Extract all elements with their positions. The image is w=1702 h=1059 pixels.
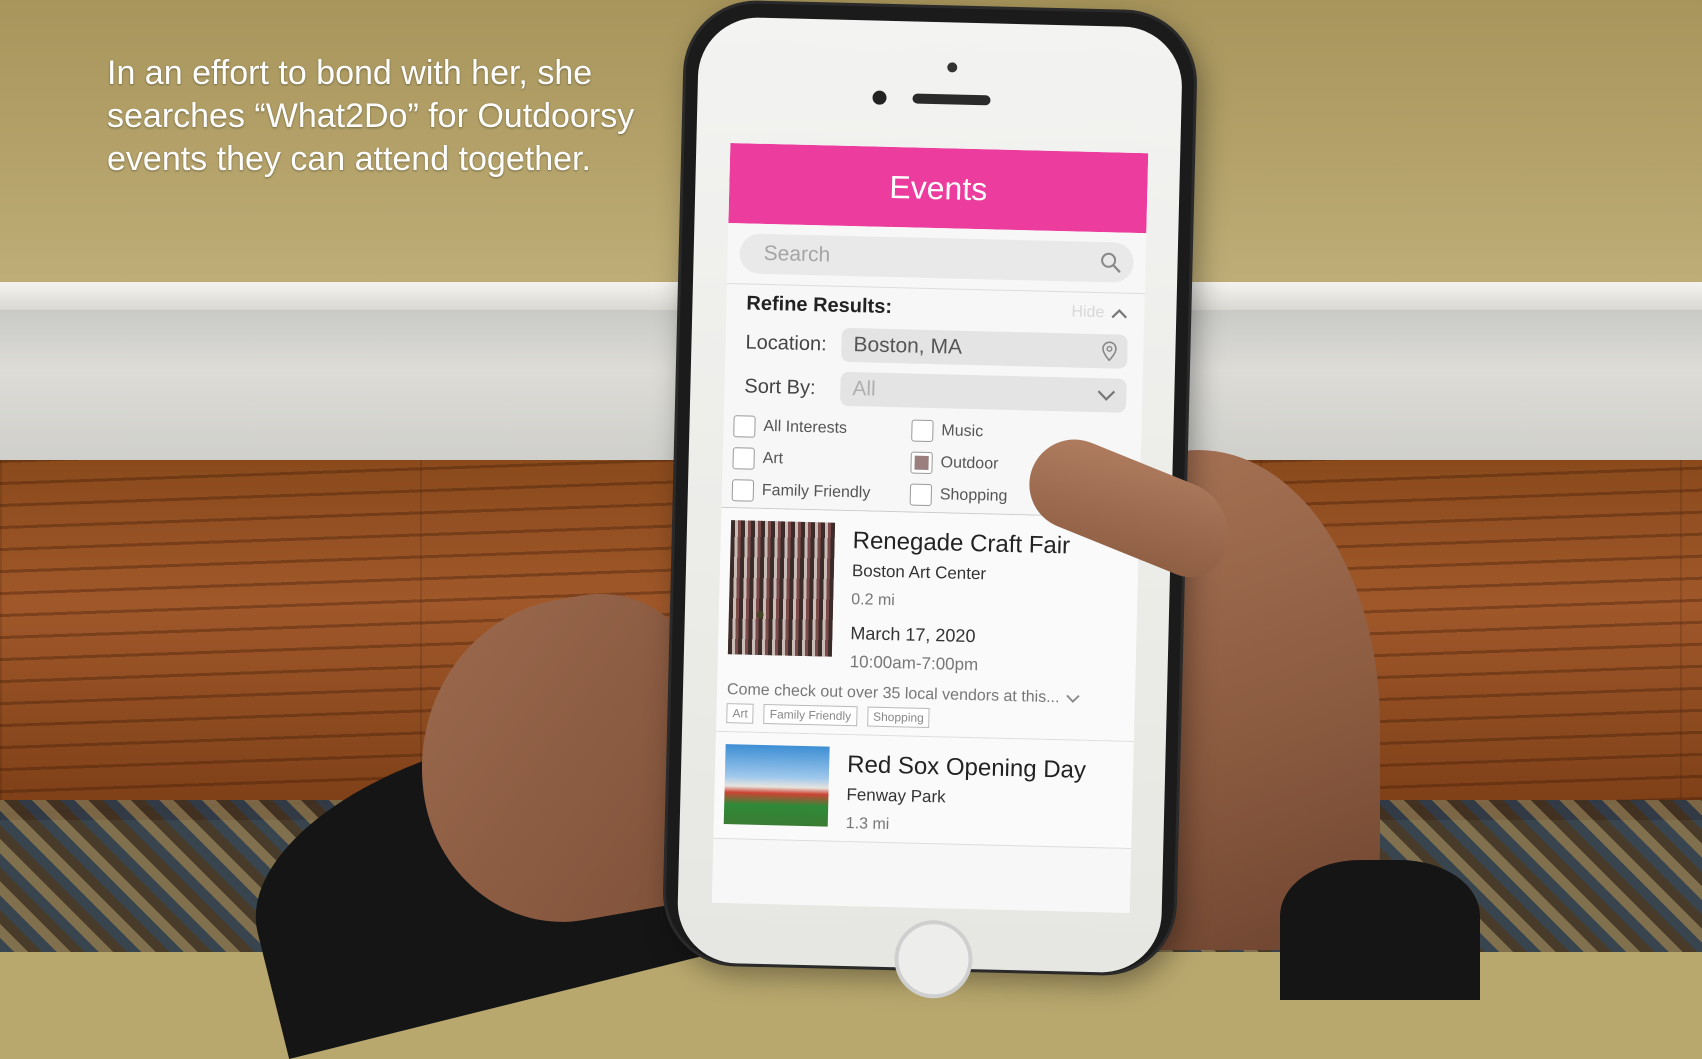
checkbox-box[interactable] [731, 479, 755, 502]
location-filter: Location: Boston, MA [745, 325, 1128, 369]
checkbox-label: Art [762, 449, 784, 468]
sort-filter: Sort By: All [744, 369, 1127, 413]
tag-shopping[interactable]: Shopping [866, 706, 931, 729]
checkbox-label: Family Friendly [761, 481, 871, 502]
event-venue: Fenway Park [846, 785, 946, 807]
event-name[interactable]: Renegade Craft Fair [852, 527, 1070, 560]
sort-label: Sort By: [744, 374, 816, 399]
location-pin-icon[interactable] [1101, 341, 1117, 362]
event-thumbnail[interactable] [727, 520, 836, 657]
chevron-down-icon [1097, 390, 1116, 401]
search-icon[interactable] [1099, 251, 1122, 274]
event-time: 10:00am-7:00pm [849, 652, 979, 675]
refine-title: Refine Results: [746, 292, 893, 319]
event-name[interactable]: Red Sox Opening Day [847, 751, 1086, 785]
checkbox-box[interactable] [909, 483, 933, 507]
sort-value: All [852, 377, 877, 401]
search-input[interactable] [761, 240, 1100, 276]
event-distance: 1.3 mi [845, 815, 890, 834]
description-text: Come check out over 35 local vendors at … [726, 681, 1060, 707]
checkbox-label: Shopping [939, 486, 1008, 505]
location-value: Boston, MA [853, 333, 963, 359]
checkbox-art[interactable]: Art [732, 447, 910, 473]
event-thumbnail[interactable] [723, 744, 830, 827]
app-header: Events [728, 143, 1149, 234]
page-title: Events [888, 168, 988, 207]
story-caption: In an effort to bond with her, she searc… [107, 54, 635, 178]
tag-art[interactable]: Art [726, 703, 755, 724]
hide-filters-button[interactable]: Hide [1071, 303, 1128, 322]
checkbox-label: All Interests [763, 417, 848, 437]
expand-chevron-icon[interactable] [1065, 694, 1080, 703]
sort-dropdown[interactable]: All [839, 371, 1127, 413]
checkbox-label: Outdoor [940, 454, 999, 473]
event-date: March 17, 2020 [850, 623, 976, 647]
search-box[interactable] [739, 233, 1135, 283]
chevron-up-icon [1111, 308, 1128, 319]
event-tags: Art Family Friendly Shopping [726, 703, 1124, 733]
earpiece [912, 93, 991, 106]
event-distance: 0.2 mi [851, 591, 896, 610]
event-card[interactable]: Red Sox Opening Day Fenway Park 1.3 mi [713, 731, 1134, 850]
checkbox-family-friendly[interactable]: Family Friendly [731, 479, 910, 505]
front-camera [872, 90, 887, 105]
checkbox-box[interactable] [911, 419, 934, 443]
checkbox-label: Music [941, 422, 984, 441]
checkbox-all-interests[interactable]: All Interests [733, 415, 911, 441]
location-label: Location: [745, 330, 827, 355]
checkbox-box[interactable] [732, 447, 755, 470]
right-sleeve [1280, 860, 1480, 1000]
event-venue: Boston Art Center [851, 561, 987, 584]
home-button[interactable] [893, 919, 974, 1000]
checkbox-box[interactable] [733, 415, 756, 438]
checkbox-box-checked[interactable] [910, 451, 933, 475]
proximity-sensor [947, 62, 958, 73]
tag-family-friendly[interactable]: Family Friendly [763, 704, 858, 727]
event-card[interactable]: Renegade Craft Fair Boston Art Center 0.… [715, 507, 1140, 743]
search-bar [726, 222, 1147, 295]
location-field[interactable]: Boston, MA [841, 327, 1128, 369]
hide-label: Hide [1071, 302, 1105, 321]
